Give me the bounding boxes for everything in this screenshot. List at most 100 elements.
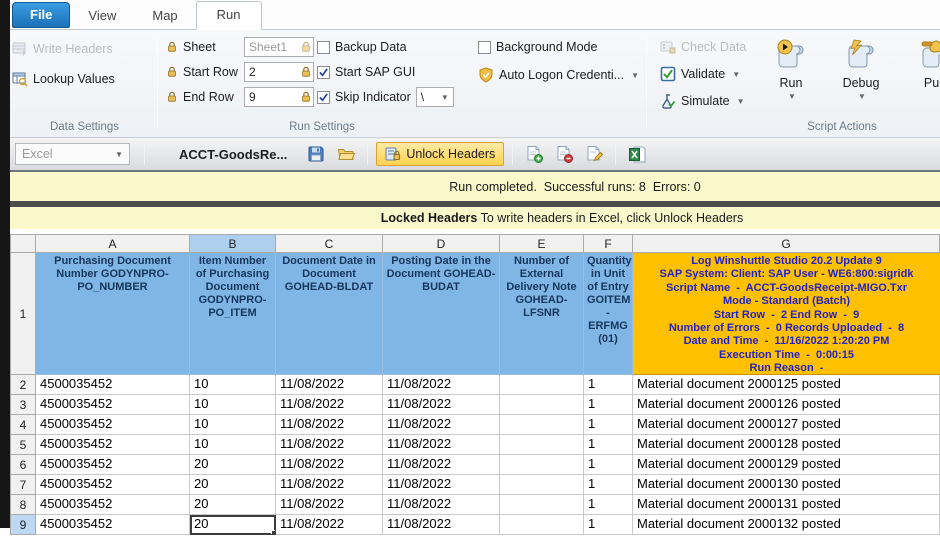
cell-d5[interactable]: 11/08/2022 <box>383 435 500 455</box>
log-cell-g1[interactable]: Log Winshuttle Studio 20.2 Update 9SAP S… <box>633 253 940 375</box>
remove-document-button[interactable] <box>551 142 577 166</box>
cell-f8[interactable]: 1 <box>584 495 633 515</box>
cell-a9[interactable]: 4500035452 <box>36 515 190 535</box>
lock-icon[interactable] <box>166 66 178 78</box>
skip-indicator-dropdown[interactable]: \ ▼ <box>416 87 454 107</box>
run-button[interactable]: Run ▼ <box>760 38 822 101</box>
cell-b7[interactable]: 20 <box>190 475 276 495</box>
cell-f3[interactable]: 1 <box>584 395 633 415</box>
row-header-2[interactable]: 2 <box>10 375 36 395</box>
cell-b6[interactable]: 20 <box>190 455 276 475</box>
backup-data-checkbox[interactable] <box>317 41 330 54</box>
start-sap-gui-checkbox[interactable] <box>317 66 330 79</box>
cell-e3[interactable] <box>500 395 584 415</box>
skip-indicator-option[interactable]: Skip Indicator \ ▼ <box>300 86 454 108</box>
debug-button[interactable]: Debug ▼ <box>830 38 892 101</box>
open-in-excel-button[interactable] <box>624 142 650 166</box>
cell-f7[interactable]: 1 <box>584 475 633 495</box>
cell-g7[interactable]: Material document 2000130 posted <box>633 475 940 495</box>
run-mode-select[interactable]: Excel ▼ <box>15 143 130 165</box>
lock-icon[interactable] <box>166 91 178 103</box>
field-header-f1[interactable]: Quantity in Unit of Entry GOITEM -ERFMG … <box>584 253 633 375</box>
simulate-button[interactable]: Simulate ▼ <box>660 90 746 112</box>
row-header-9[interactable]: 9 <box>10 515 36 535</box>
row-header-3[interactable]: 3 <box>10 395 36 415</box>
tab-file[interactable]: File <box>12 2 70 28</box>
cell-c9[interactable]: 11/08/2022 <box>276 515 383 535</box>
cell-d8[interactable]: 11/08/2022 <box>383 495 500 515</box>
column-header-b[interactable]: B <box>190 234 276 253</box>
tab-run[interactable]: Run <box>196 1 262 30</box>
cell-e4[interactable] <box>500 415 584 435</box>
fill-handle[interactable] <box>271 530 276 535</box>
cell-d2[interactable]: 11/08/2022 <box>383 375 500 395</box>
edit-document-button[interactable] <box>581 142 607 166</box>
cell-a3[interactable]: 4500035452 <box>36 395 190 415</box>
column-header-f[interactable]: F <box>584 234 633 253</box>
add-document-button[interactable] <box>521 142 547 166</box>
background-mode-option[interactable]: Background Mode <box>478 36 639 58</box>
cell-c8[interactable]: 11/08/2022 <box>276 495 383 515</box>
row-header-1[interactable]: 1 <box>10 253 36 375</box>
cell-f9[interactable]: 1 <box>584 515 633 535</box>
lock-icon[interactable] <box>166 41 178 53</box>
field-header-a1[interactable]: Purchasing Document Number GODYNPRO-PO_N… <box>36 253 190 375</box>
backup-data-option[interactable]: Backup Data <box>300 36 454 58</box>
cell-g3[interactable]: Material document 2000126 posted <box>633 395 940 415</box>
row-header-4[interactable]: 4 <box>10 415 36 435</box>
cell-c5[interactable]: 11/08/2022 <box>276 435 383 455</box>
tab-map[interactable]: Map <box>134 3 195 29</box>
cell-a6[interactable]: 4500035452 <box>36 455 190 475</box>
start-sap-gui-option[interactable]: Start SAP GUI <box>300 61 454 83</box>
cell-g9[interactable]: Material document 2000132 posted <box>633 515 940 535</box>
field-header-b1[interactable]: Item Number of Purchasing Document GODYN… <box>190 253 276 375</box>
cell-c4[interactable]: 11/08/2022 <box>276 415 383 435</box>
validate-button[interactable]: Validate ▼ <box>660 63 746 85</box>
column-header-d[interactable]: D <box>383 234 500 253</box>
cell-c7[interactable]: 11/08/2022 <box>276 475 383 495</box>
cell-g4[interactable]: Material document 2000127 posted <box>633 415 940 435</box>
field-header-d1[interactable]: Posting Date in the Document GOHEAD-BUDA… <box>383 253 500 375</box>
skip-indicator-checkbox[interactable] <box>317 91 330 104</box>
cell-d9[interactable]: 11/08/2022 <box>383 515 500 535</box>
cell-a7[interactable]: 4500035452 <box>36 475 190 495</box>
cell-g8[interactable]: Material document 2000131 posted <box>633 495 940 515</box>
cell-d7[interactable]: 11/08/2022 <box>383 475 500 495</box>
cell-a8[interactable]: 4500035452 <box>36 495 190 515</box>
open-button[interactable] <box>333 142 359 166</box>
cell-e9[interactable] <box>500 515 584 535</box>
cell-e2[interactable] <box>500 375 584 395</box>
column-header-c[interactable]: C <box>276 234 383 253</box>
cell-a4[interactable]: 4500035452 <box>36 415 190 435</box>
cell-c2[interactable]: 11/08/2022 <box>276 375 383 395</box>
cell-a5[interactable]: 4500035452 <box>36 435 190 455</box>
cell-f2[interactable]: 1 <box>584 375 633 395</box>
cell-f6[interactable]: 1 <box>584 455 633 475</box>
cell-c3[interactable]: 11/08/2022 <box>276 395 383 415</box>
row-header-7[interactable]: 7 <box>10 475 36 495</box>
column-header-g[interactable]: G <box>633 234 940 253</box>
lookup-values-button[interactable]: Lookup Values <box>12 68 157 90</box>
unlock-headers-button[interactable]: Unlock Headers <box>376 142 504 166</box>
cell-a2[interactable]: 4500035452 <box>36 375 190 395</box>
cell-b4[interactable]: 10 <box>190 415 276 435</box>
field-header-c1[interactable]: Document Date in Document GOHEAD-BLDAT <box>276 253 383 375</box>
publish-button[interactable]: Pub <box>904 38 940 90</box>
field-header-e1[interactable]: Number of External Delivery Note GOHEAD-… <box>500 253 584 375</box>
cell-f5[interactable]: 1 <box>584 435 633 455</box>
cell-b8[interactable]: 20 <box>190 495 276 515</box>
tab-view[interactable]: View <box>70 3 134 29</box>
cell-e8[interactable] <box>500 495 584 515</box>
cell-b9[interactable]: 20 <box>190 515 276 535</box>
cell-e5[interactable] <box>500 435 584 455</box>
cell-b5[interactable]: 10 <box>190 435 276 455</box>
cell-g2[interactable]: Material document 2000125 posted <box>633 375 940 395</box>
cell-d6[interactable]: 11/08/2022 <box>383 455 500 475</box>
column-header-e[interactable]: E <box>500 234 584 253</box>
background-mode-checkbox[interactable] <box>478 41 491 54</box>
cell-b3[interactable]: 10 <box>190 395 276 415</box>
select-all-corner[interactable] <box>10 234 36 253</box>
row-header-6[interactable]: 6 <box>10 455 36 475</box>
cell-d4[interactable]: 11/08/2022 <box>383 415 500 435</box>
row-header-8[interactable]: 8 <box>10 495 36 515</box>
